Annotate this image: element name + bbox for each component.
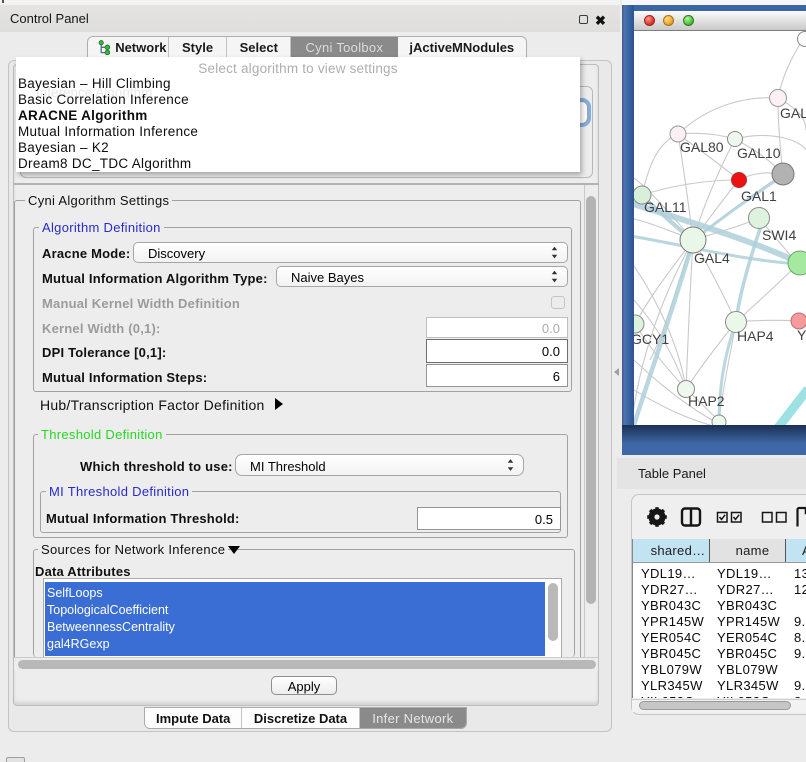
svg-text:GAL4: GAL4 bbox=[694, 250, 730, 266]
svg-text:HAP4: HAP4 bbox=[737, 328, 774, 344]
svg-text:GAL11: GAL11 bbox=[644, 199, 687, 215]
svg-text:GAL7: GAL7 bbox=[780, 105, 806, 121]
svg-text:GAL80: GAL80 bbox=[680, 139, 724, 155]
svg-text:SWI4: SWI4 bbox=[762, 227, 796, 243]
svg-text:GCY1: GCY1 bbox=[634, 331, 669, 347]
svg-text:GAL10: GAL10 bbox=[737, 145, 781, 161]
svg-text:HAP2: HAP2 bbox=[688, 393, 725, 409]
svg-text:YJ: YJ bbox=[797, 327, 806, 343]
svg-text:GAL1: GAL1 bbox=[741, 188, 777, 204]
